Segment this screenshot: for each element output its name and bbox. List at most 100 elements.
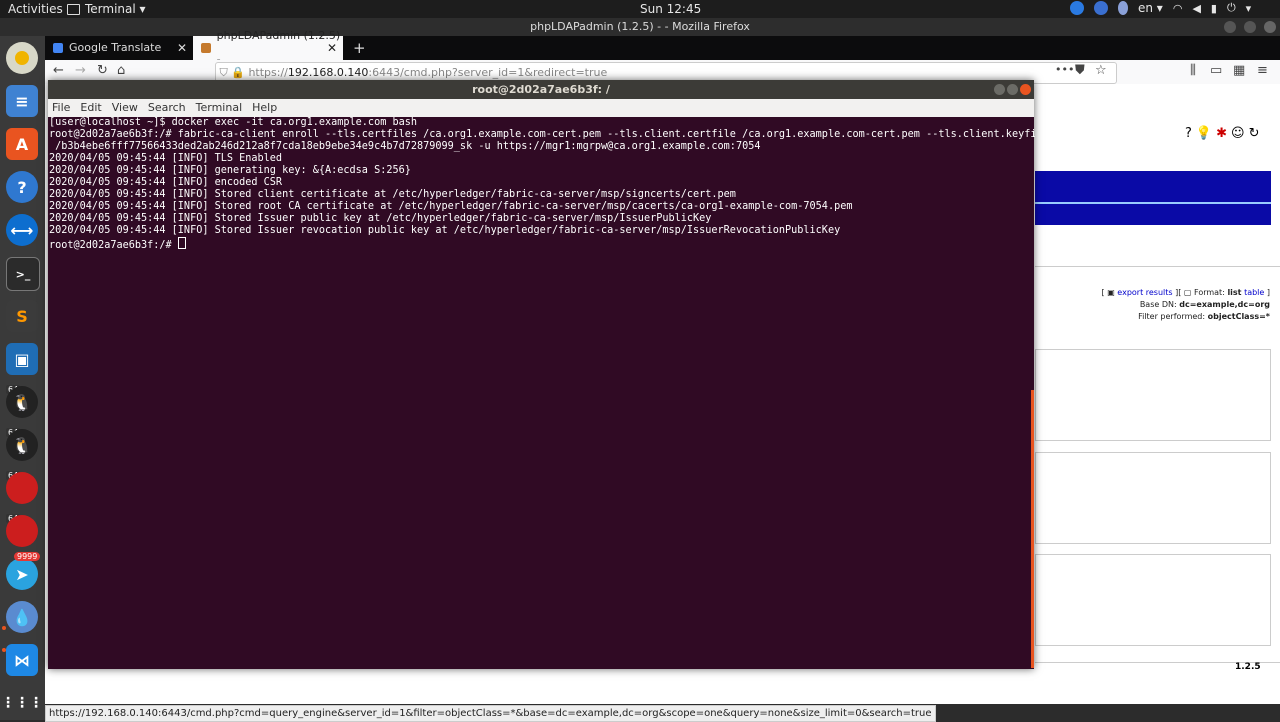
- maximize-button[interactable]: [1244, 21, 1256, 33]
- new-tab-button[interactable]: +: [345, 36, 367, 60]
- page-actions-icon[interactable]: •••: [1055, 63, 1074, 76]
- close-tab-icon[interactable]: ✕: [327, 36, 337, 60]
- teamviewer-tray-icon[interactable]: [1094, 1, 1108, 15]
- telegram-icon[interactable]: ➤: [6, 558, 38, 590]
- minimize-button[interactable]: [994, 84, 1005, 95]
- result-entry[interactable]: [1035, 452, 1271, 544]
- language-selector[interactable]: en ▾: [1138, 1, 1163, 15]
- menu-terminal[interactable]: Terminal: [196, 99, 243, 117]
- filter-label: Filter performed:: [1138, 312, 1206, 321]
- smiley-icon[interactable]: ☺: [1231, 126, 1245, 141]
- sublime-icon[interactable]: S: [6, 300, 38, 332]
- library-icon[interactable]: ⫼: [1190, 63, 1196, 78]
- url-prefix: https://: [248, 66, 288, 79]
- software-center-icon[interactable]: A: [6, 128, 38, 160]
- format-table-link[interactable]: table: [1244, 288, 1264, 297]
- result-entry[interactable]: [1035, 554, 1271, 646]
- reload-button[interactable]: ↻: [97, 63, 108, 78]
- terminal-window[interactable]: root@2d02a7ae6b3f: / File Edit View Sear…: [48, 80, 1035, 669]
- drop-icon[interactable]: 💧: [6, 601, 38, 633]
- clock[interactable]: Sun 12:45: [640, 2, 701, 16]
- result-entry[interactable]: [1035, 349, 1271, 441]
- divider: [1035, 202, 1271, 204]
- top-bar: Activities Terminal ▾ Sun 12:45 en ▾ ◠ ◀…: [0, 0, 1280, 18]
- help-icon[interactable]: ?: [6, 171, 38, 203]
- home-button[interactable]: ⌂: [117, 63, 125, 78]
- bug-icon[interactable]: ✱: [1216, 126, 1227, 141]
- rhythmbox-icon[interactable]: [6, 42, 38, 74]
- vscode-icon[interactable]: ⋈: [6, 644, 38, 676]
- search-info: [ ▣ export results ][ ▢ Format: list tab…: [1101, 288, 1270, 321]
- virtualbox-icon[interactable]: ▣: [6, 343, 38, 375]
- terminal-line: 2020/04/05 09:45:44 [INFO] Stored Issuer…: [49, 225, 841, 236]
- redhat-icon[interactable]: [6, 472, 38, 504]
- menu-file[interactable]: File: [52, 99, 70, 117]
- app-grid-icon[interactable]: ⋮⋮⋮: [1, 687, 43, 719]
- terminal-icon[interactable]: >_: [6, 257, 40, 291]
- menu-icon[interactable]: ≡: [1257, 63, 1268, 78]
- forward-button[interactable]: →: [75, 63, 86, 78]
- terminal-output[interactable]: [user@localhost ~]$ docker exec -it ca.o…: [48, 117, 1035, 669]
- status-url: https://192.168.0.140:6443/cmd.php?cmd=q…: [45, 705, 936, 722]
- version-label: 1.2.5: [1235, 662, 1261, 672]
- lightbulb-icon[interactable]: 💡: [1196, 126, 1212, 141]
- scrollbar[interactable]: [1031, 390, 1034, 668]
- pocket-icon[interactable]: ⛊: [1075, 63, 1085, 78]
- close-button[interactable]: [1020, 84, 1031, 95]
- app-menu-label: Terminal ▾: [85, 2, 146, 16]
- tab-google-translate[interactable]: Google Translate ✕: [45, 36, 193, 60]
- maximize-button[interactable]: [1007, 84, 1018, 95]
- url-host: 192.168.0.140: [287, 66, 369, 79]
- terminal-line: 2020/04/05 09:45:44 [INFO] Stored root C…: [49, 201, 853, 212]
- text-editor-icon[interactable]: ≡: [6, 85, 38, 117]
- sidebar-icon[interactable]: ▭: [1210, 63, 1222, 78]
- dropbox-tray-icon[interactable]: [1118, 1, 1128, 15]
- menu-view[interactable]: View: [112, 99, 138, 117]
- tux-icon[interactable]: 🐧: [6, 386, 38, 418]
- notification-badge: 9999: [14, 552, 41, 561]
- text-cursor: [177, 237, 186, 249]
- extension-icon[interactable]: ▦: [1233, 63, 1245, 78]
- teamviewer-icon[interactable]: ⟷: [6, 214, 38, 246]
- dock: ≡ A ? ⟷ >_ S ▣ 64 🐧 64 🐧 64 64 ➤ 9999 💧 …: [0, 36, 45, 720]
- close-tab-icon[interactable]: ✕: [177, 36, 187, 60]
- export-results-link[interactable]: export results: [1117, 288, 1172, 297]
- running-indicator: [2, 626, 6, 630]
- volume-icon[interactable]: ◀: [1192, 2, 1200, 15]
- terminal-small-icon: [67, 3, 80, 15]
- url-rest: :6443/cmd.php?server_id=1&redirect=true: [368, 66, 608, 79]
- menu-edit[interactable]: Edit: [80, 99, 101, 117]
- menu-search[interactable]: Search: [148, 99, 186, 117]
- terminal-line: [user@localhost ~]$ docker exec -it ca.o…: [49, 117, 418, 128]
- tab-strip: Google Translate ✕ phpLDAPadmin (1.2.5) …: [45, 29, 1280, 66]
- wifi-icon[interactable]: ◠: [1173, 2, 1183, 15]
- app-menu[interactable]: Terminal ▾: [67, 2, 146, 16]
- redhat-icon[interactable]: [6, 515, 38, 547]
- close-button[interactable]: [1264, 21, 1276, 33]
- tray-app-icon[interactable]: [1070, 1, 1084, 15]
- tab-phpldapadmin[interactable]: phpLDAPadmin (1.2.5) - ✕: [193, 29, 343, 66]
- lock-icon[interactable]: 🔒: [231, 66, 245, 79]
- power-icon[interactable]: ⏻: [1227, 1, 1236, 15]
- refresh-icon[interactable]: ↻: [1249, 126, 1260, 141]
- terminal-titlebar[interactable]: root@2d02a7ae6b3f: /: [48, 80, 1034, 99]
- bookmark-star-icon[interactable]: ☆: [1095, 63, 1107, 78]
- chevron-down-icon[interactable]: ▾: [1246, 2, 1252, 15]
- terminal-prompt-line[interactable]: root@2d02a7ae6b3f:/#: [49, 237, 1035, 252]
- back-button[interactable]: ←: [53, 63, 64, 78]
- format-list[interactable]: list: [1227, 288, 1241, 297]
- tux-icon[interactable]: 🐧: [6, 429, 38, 461]
- terminal-title: root@2d02a7ae6b3f: /: [472, 83, 610, 96]
- battery-icon[interactable]: ▮: [1211, 2, 1217, 15]
- minimize-button[interactable]: [1224, 21, 1236, 33]
- help-icon[interactable]: ?: [1185, 126, 1192, 141]
- format-icon[interactable]: ▢: [1184, 288, 1192, 297]
- activities-button[interactable]: Activities: [8, 2, 63, 16]
- ldap-header: [1035, 171, 1271, 225]
- terminal-menubar: File Edit View Search Terminal Help: [48, 99, 1034, 117]
- export-icon[interactable]: ▣: [1107, 288, 1115, 297]
- menu-help[interactable]: Help: [252, 99, 277, 117]
- shield-icon[interactable]: ⛉: [220, 66, 228, 79]
- terminal-line: 2020/04/05 09:45:44 [INFO] Stored client…: [49, 189, 736, 200]
- firefox-titlebar: phpLDAPadmin (1.2.5) - - Mozilla Firefox: [0, 18, 1280, 36]
